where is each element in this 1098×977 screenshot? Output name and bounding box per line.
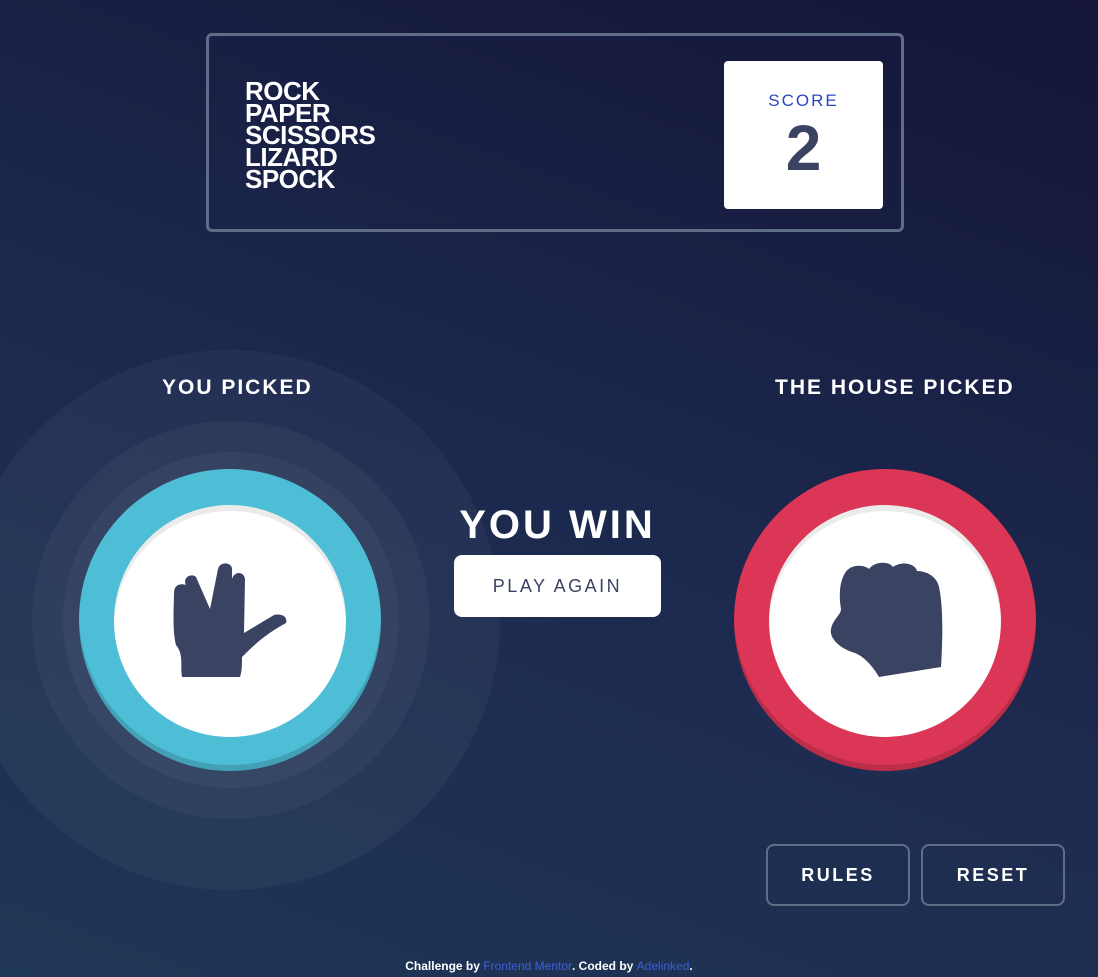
rock-icon [830,562,943,677]
score-value: 2 [785,112,822,184]
footer-suffix: . [689,959,693,973]
score-box: SCORE 2 [724,61,883,209]
house-picked-label: THE HOUSE PICKED [775,376,1015,399]
house-token [734,469,1036,771]
game-title: ROCK PAPER SCISSORS LIZARD SPOCK [245,78,376,194]
footer-attribution: Challenge by Frontend Mentor. Coded by A… [0,959,1098,973]
header-panel: ROCK PAPER SCISSORS LIZARD SPOCK SCORE 2 [206,33,904,232]
score-label: SCORE [768,91,839,110]
player-picked-label: YOU PICKED [162,376,313,399]
spock-icon [173,563,287,677]
play-again-button[interactable]: PLAY AGAIN [454,555,661,617]
author-link[interactable]: Adelinked [637,959,690,973]
house-token-face [769,505,1001,737]
frontend-mentor-link[interactable]: Frontend Mentor [483,959,572,973]
reset-button[interactable]: RESET [921,844,1065,906]
player-token [79,469,381,771]
footer-middle: . Coded by [572,959,637,973]
player-token-face [114,505,346,737]
rules-button[interactable]: RULES [766,844,910,906]
result-text: YOU WIN [459,503,656,547]
title-line: SPOCK [245,164,335,194]
footer-prefix: Challenge by [405,959,484,973]
